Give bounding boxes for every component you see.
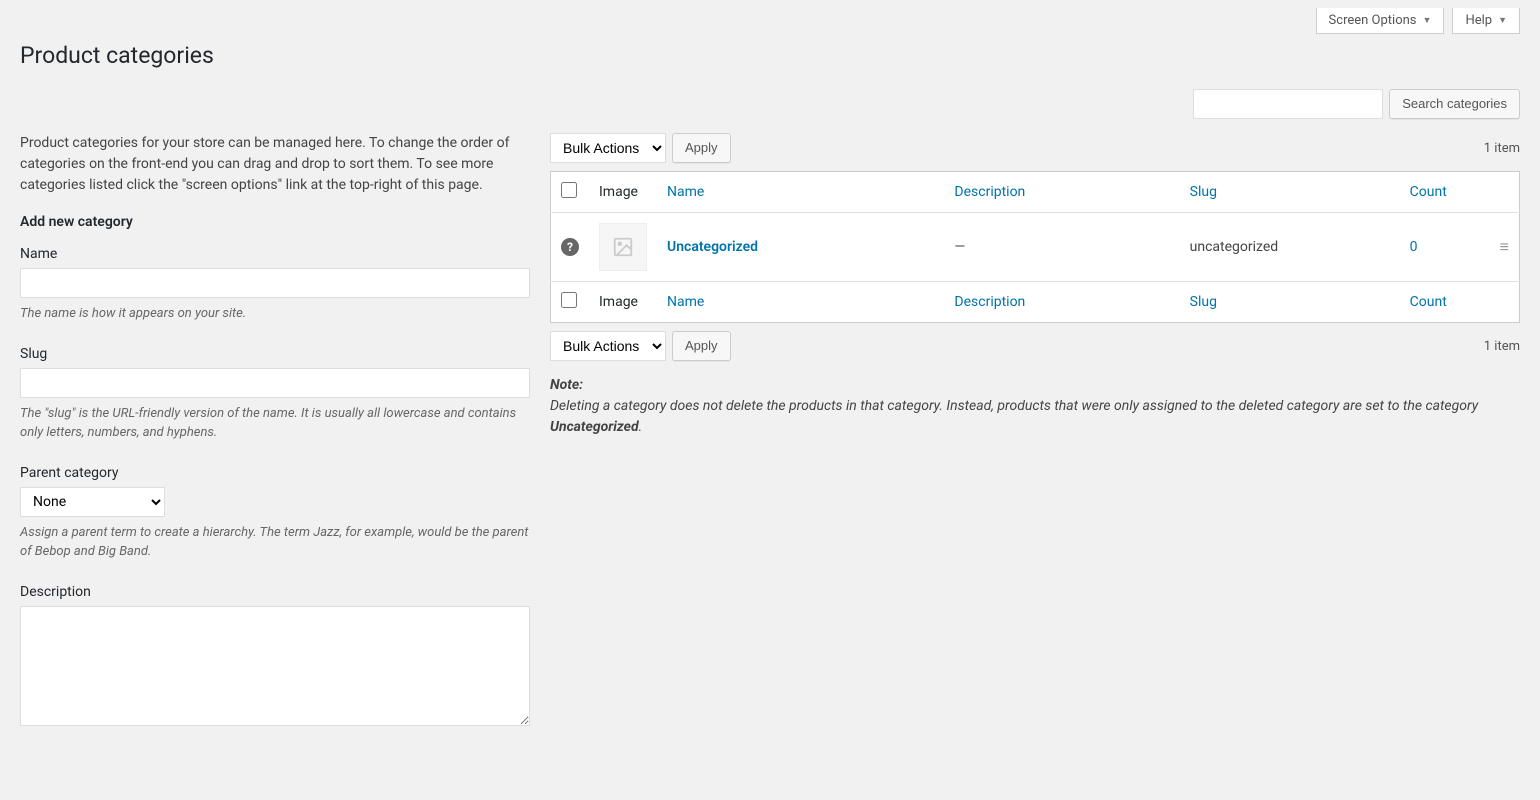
parent-desc: Assign a parent term to create a hierarc… (20, 523, 530, 562)
note-block: Note: Deleting a category does not delet… (550, 375, 1520, 438)
help-label: Help (1465, 13, 1492, 28)
intro-text: Product categories for your store can be… (20, 133, 530, 196)
col-image-footer: Image (589, 282, 657, 323)
category-description: — (944, 213, 1179, 282)
col-count-footer[interactable]: Count (1400, 282, 1490, 323)
apply-button-top[interactable]: Apply (672, 133, 731, 163)
col-image-header: Image (589, 172, 657, 213)
image-placeholder-icon (599, 223, 647, 271)
description-field[interactable] (20, 606, 530, 726)
screen-options-label: Screen Options (1329, 13, 1417, 28)
note-label: Note: (550, 377, 583, 393)
page-title: Product categories (20, 42, 1520, 69)
search-input[interactable] (1193, 89, 1383, 119)
table-row: ? Uncategorized — uncategorized 0 ≡ (551, 213, 1520, 282)
description-label: Description (20, 584, 530, 600)
drag-handle-icon[interactable]: ≡ (1500, 237, 1509, 256)
search-categories-button[interactable]: Search categories (1389, 89, 1520, 119)
col-count-header[interactable]: Count (1400, 172, 1490, 213)
help-tab[interactable]: Help ▼ (1452, 8, 1520, 34)
slug-desc: The "slug" is the URL-friendly version o… (20, 404, 530, 443)
col-name-header[interactable]: Name (657, 172, 944, 213)
name-label: Name (20, 246, 530, 262)
items-count-top: 1 item (1484, 141, 1520, 156)
col-slug-footer[interactable]: Slug (1180, 282, 1400, 323)
screen-options-tab[interactable]: Screen Options ▼ (1316, 8, 1445, 34)
note-period: . (639, 419, 643, 435)
parent-label: Parent category (20, 465, 530, 481)
chevron-down-icon: ▼ (1423, 15, 1432, 26)
items-count-bottom: 1 item (1484, 339, 1520, 354)
bulk-actions-select-bottom[interactable]: Bulk Actions (550, 331, 666, 361)
select-all-checkbox-top[interactable] (561, 182, 577, 198)
col-description-footer[interactable]: Description (944, 282, 1179, 323)
help-icon[interactable]: ? (561, 238, 579, 256)
slug-label: Slug (20, 346, 530, 362)
col-description-header[interactable]: Description (944, 172, 1179, 213)
note-body: Deleting a category does not delete the … (550, 398, 1478, 414)
parent-category-select[interactable]: None (20, 487, 165, 517)
slug-field[interactable] (20, 368, 530, 398)
select-all-checkbox-bottom[interactable] (561, 292, 577, 308)
apply-button-bottom[interactable]: Apply (672, 331, 731, 361)
col-name-footer[interactable]: Name (657, 282, 944, 323)
col-slug-header[interactable]: Slug (1180, 172, 1400, 213)
category-slug: uncategorized (1180, 213, 1400, 282)
category-count-link[interactable]: 0 (1410, 239, 1418, 255)
chevron-down-icon: ▼ (1498, 15, 1507, 26)
category-name-link[interactable]: Uncategorized (667, 239, 758, 255)
add-category-heading: Add new category (20, 214, 530, 230)
note-uncategorized: Uncategorized (550, 419, 639, 435)
bulk-actions-select-top[interactable]: Bulk Actions (550, 133, 666, 163)
name-desc: The name is how it appears on your site. (20, 304, 530, 324)
name-field[interactable] (20, 268, 530, 298)
